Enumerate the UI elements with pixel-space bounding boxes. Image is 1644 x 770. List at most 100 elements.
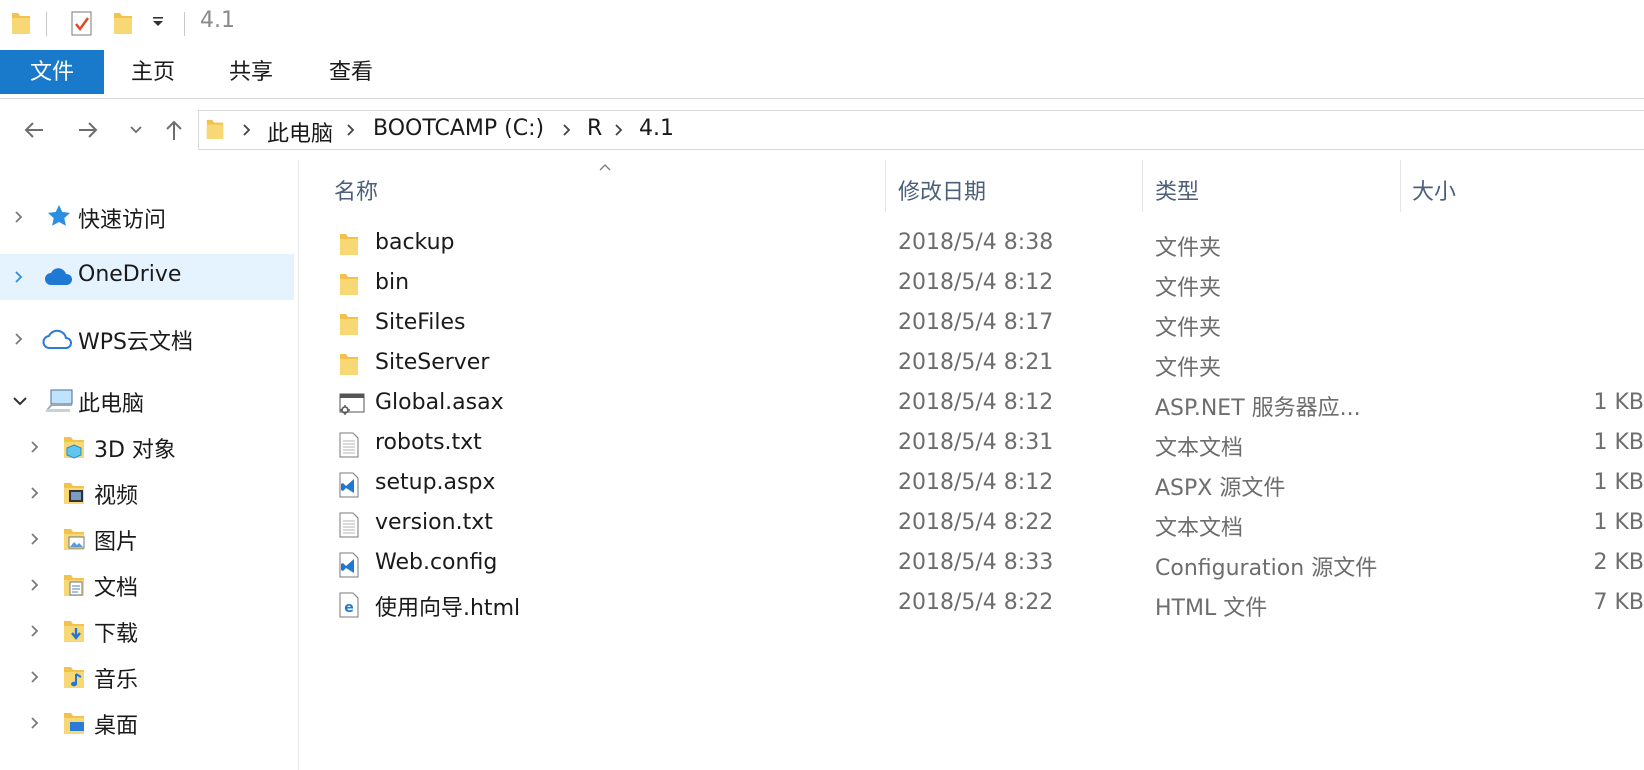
file-modified-date: 2018/5/4 8:33: [898, 550, 1054, 575]
tab-view[interactable]: 查看: [308, 50, 394, 94]
sidebar-item-label: 视频: [94, 484, 139, 509]
file-modified-date: 2018/5/4 8:12: [898, 390, 1054, 415]
chevron-right-icon[interactable]: [12, 267, 26, 291]
column-header-size[interactable]: 大小: [1412, 174, 1456, 206]
file-row[interactable]: version.txt 2018/5/4 8:22 文本文档 1 KB: [330, 504, 1644, 544]
breadcrumb-drive[interactable]: BOOTCAMP (C:): [373, 116, 544, 141]
address-bar[interactable]: 此电脑 BOOTCAMP (C:) R 4.1: [198, 110, 1644, 150]
sidebar-item-label: 下载: [94, 622, 139, 647]
sidebar-item-music[interactable]: 音乐: [0, 654, 294, 700]
properties-icon[interactable]: [70, 10, 94, 42]
svg-text:e: e: [344, 600, 354, 616]
chevron-right-icon[interactable]: [561, 119, 573, 145]
file-size: 1 KB: [1593, 430, 1644, 455]
file-name: backup: [375, 230, 455, 255]
music-folder-icon: [62, 663, 88, 695]
file-row[interactable]: bin 2018/5/4 8:12 文件夹: [330, 264, 1644, 304]
sidebar-item-label: 此电脑: [78, 392, 145, 417]
file-type: ASPX 源文件: [1155, 476, 1286, 501]
sidebar-item-onedrive[interactable]: OneDrive: [0, 254, 294, 300]
folder-icon: [10, 10, 32, 40]
chevron-right-icon[interactable]: [345, 119, 357, 145]
chevron-right-icon[interactable]: [28, 621, 42, 645]
breadcrumb-current[interactable]: 4.1: [639, 116, 674, 141]
file-name: SiteFiles: [375, 310, 466, 335]
sidebar-item-label: 快速访问: [78, 208, 167, 233]
file-size: 2 KB: [1593, 550, 1644, 575]
chevron-right-icon[interactable]: [28, 483, 42, 507]
file-name: 使用向导.html: [375, 596, 521, 621]
sidebar-item-3d-objects[interactable]: 3D 对象: [0, 424, 294, 470]
videos-folder-icon: [62, 479, 88, 511]
up-arrow-icon[interactable]: [158, 114, 190, 146]
new-folder-icon[interactable]: [112, 10, 134, 40]
file-row[interactable]: e 使用向导.html 2018/5/4 8:22 HTML 文件 7 KB: [330, 584, 1644, 624]
chevron-right-icon[interactable]: [28, 667, 42, 691]
breadcrumb-this-pc[interactable]: 此电脑: [267, 116, 333, 148]
wps-cloud-icon: [42, 327, 74, 355]
chevron-down-icon[interactable]: [10, 391, 30, 415]
file-row[interactable]: robots.txt 2018/5/4 8:31 文本文档 1 KB: [330, 424, 1644, 464]
sidebar-item-documents[interactable]: 文档: [0, 562, 294, 608]
file-row[interactable]: SiteServer 2018/5/4 8:21 文件夹: [330, 344, 1644, 384]
chevron-right-icon[interactable]: [28, 437, 42, 461]
folder-icon: [338, 231, 360, 261]
sidebar-item-downloads[interactable]: 下载: [0, 608, 294, 654]
chevron-right-icon[interactable]: [28, 713, 42, 737]
file-row[interactable]: setup.aspx 2018/5/4 8:12 ASPX 源文件 1 KB: [330, 464, 1644, 504]
folder-icon: [338, 351, 360, 381]
file-type: 文件夹: [1155, 356, 1222, 381]
chevron-right-icon[interactable]: [12, 207, 26, 231]
chevron-right-icon[interactable]: [28, 529, 42, 553]
chevron-right-icon[interactable]: [241, 119, 253, 145]
tab-home[interactable]: 主页: [110, 50, 196, 94]
file-modified-date: 2018/5/4 8:17: [898, 310, 1054, 335]
customize-qat-dropdown-icon[interactable]: [150, 14, 166, 34]
file-row[interactable]: backup 2018/5/4 8:38 文件夹: [330, 224, 1644, 264]
file-type: 文本文档: [1155, 516, 1244, 541]
sidebar-item-label: 图片: [94, 530, 139, 555]
file-row[interactable]: SiteFiles 2018/5/4 8:17 文件夹: [330, 304, 1644, 344]
documents-folder-icon: [62, 571, 88, 603]
file-size: 7 KB: [1593, 590, 1644, 615]
3d-objects-folder-icon: [62, 433, 88, 465]
file-name: robots.txt: [375, 430, 482, 455]
file-row[interactable]: Web.config 2018/5/4 8:33 Configuration 源文件…: [330, 544, 1644, 584]
sidebar-item-wps-cloud[interactable]: WPS云文档: [0, 316, 294, 362]
folder-icon: [205, 117, 225, 145]
tab-share[interactable]: 共享: [208, 50, 294, 94]
back-arrow-icon[interactable]: [18, 114, 50, 146]
file-type: 文件夹: [1155, 316, 1222, 341]
sidebar-item-this-pc[interactable]: 此电脑: [0, 378, 294, 424]
recent-locations-chevron-icon[interactable]: [120, 114, 152, 146]
chevron-right-icon[interactable]: [613, 119, 625, 145]
sidebar-item-videos[interactable]: 视频: [0, 470, 294, 516]
edge-html-file-icon: e: [338, 591, 360, 623]
desktop-folder-icon: [62, 709, 88, 741]
sidebar-item-pictures[interactable]: 图片: [0, 516, 294, 562]
sidebar-item-quick-access[interactable]: 快速访问: [0, 194, 294, 240]
chevron-right-icon[interactable]: [28, 575, 42, 599]
folder-icon: [338, 271, 360, 301]
forward-arrow-icon[interactable]: [72, 114, 104, 146]
ribbon-tabs: 文件 主页 共享 查看: [0, 50, 1644, 99]
vs-file-icon: [338, 471, 360, 503]
sort-ascending-icon: [598, 160, 612, 176]
file-modified-date: 2018/5/4 8:21: [898, 350, 1054, 375]
file-name: Global.asax: [375, 390, 504, 415]
tab-file[interactable]: 文件: [0, 50, 104, 94]
column-header-date[interactable]: 修改日期: [898, 174, 986, 206]
chevron-right-icon[interactable]: [12, 329, 26, 353]
file-type: HTML 文件: [1155, 596, 1268, 621]
file-type: 文件夹: [1155, 276, 1222, 301]
file-size: 1 KB: [1593, 390, 1644, 415]
column-header-name[interactable]: 名称: [334, 174, 378, 206]
file-list: 名称 修改日期 类型 大小 backup 2018/5/4 8:38 文件夹 bin 2…: [300, 160, 1644, 770]
file-row[interactable]: Global.asax 2018/5/4 8:12 ASP.NET 服务器应... 1…: [330, 384, 1644, 424]
asax-file-icon: [338, 391, 366, 421]
sidebar-item-desktop[interactable]: 桌面: [0, 700, 294, 746]
file-modified-date: 2018/5/4 8:22: [898, 590, 1054, 615]
breadcrumb-r[interactable]: R: [587, 116, 602, 141]
file-type: 文件夹: [1155, 236, 1222, 261]
column-header-type[interactable]: 类型: [1155, 174, 1199, 206]
